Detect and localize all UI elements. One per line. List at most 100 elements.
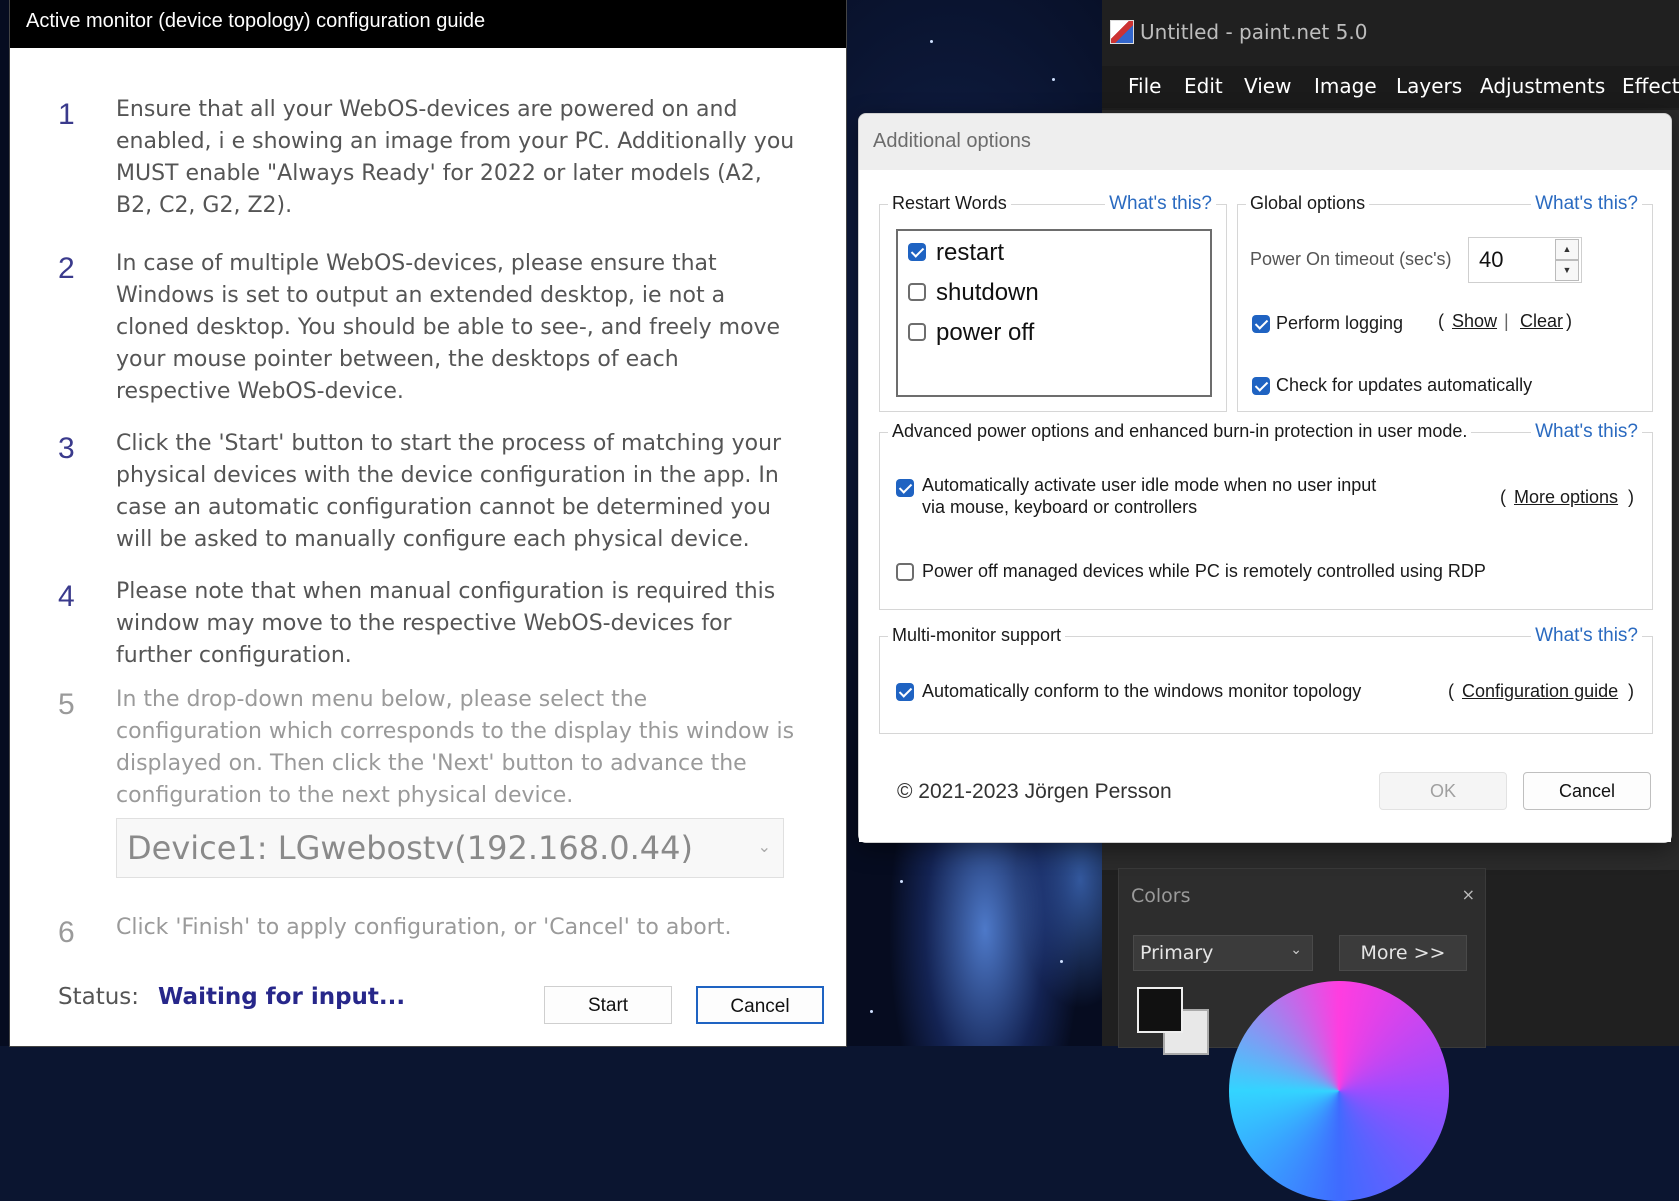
primary-color-select[interactable]: Primary ⌄ — [1133, 935, 1313, 971]
whats-this-link-multi[interactable]: What's this? — [1531, 625, 1642, 647]
primary-select-label: Primary — [1140, 942, 1214, 964]
idle-mode-label-line1: Automatically activate user idle mode wh… — [922, 475, 1377, 495]
menu-edit[interactable]: Edit — [1184, 74, 1223, 98]
power-off-label: power off — [936, 319, 1035, 346]
restart-words-legend: Restart Words — [888, 193, 1011, 214]
step-text: Please note that when manual configurati… — [116, 579, 776, 668]
rdp-power-off-checkbox[interactable] — [896, 563, 914, 581]
step-text: Ensure that all your WebOS-devices are p… — [116, 97, 795, 218]
guide-title: Active monitor (device topology) configu… — [26, 10, 486, 32]
restart-words-group: Restart Words What's this? restart shutd… — [879, 193, 1227, 412]
menu-file[interactable]: File — [1128, 74, 1161, 98]
paint-titlebar[interactable]: Untitled - paint.net 5.0 — [1102, 12, 1679, 56]
chevron-down-icon: ⌄ — [757, 837, 771, 856]
start-button-label: Start — [587, 995, 629, 1016]
colors-panel-title: Colors — [1131, 885, 1191, 907]
spin-down-icon[interactable]: ▼ — [1555, 260, 1579, 281]
ok-button[interactable]: OK — [1379, 772, 1507, 810]
show-log-link[interactable]: Show — [1452, 311, 1497, 332]
more-button-label: More >> — [1360, 942, 1446, 964]
star — [900, 880, 903, 883]
timeout-value: 40 — [1479, 247, 1504, 272]
step-text: Click the 'Start' button to start the pr… — [116, 431, 782, 552]
paren-close: ) — [1566, 311, 1572, 331]
colors-panel: Colors × Primary ⌄ More >> — [1118, 868, 1486, 1201]
device-select[interactable]: Device1: LGwebostv(192.168.0.44) ⌄ — [116, 818, 784, 878]
step-text: In the drop-down menu below, please sele… — [116, 687, 795, 808]
paren-close: ) — [1628, 681, 1634, 701]
menu-effects[interactable]: Effects — [1622, 74, 1679, 98]
link-separator: | — [1504, 311, 1509, 331]
paint-menubar: File Edit View Image Layers Adjustments … — [1102, 66, 1679, 108]
whats-this-link-restart[interactable]: What's this? — [1105, 193, 1216, 215]
idle-mode-checkbox[interactable] — [896, 479, 914, 497]
chevron-down-icon: ⌄ — [1290, 942, 1302, 958]
restart-words-list: restart shutdown power off — [896, 229, 1212, 397]
menu-layers[interactable]: Layers — [1396, 74, 1462, 98]
more-options-link[interactable]: More options — [1514, 487, 1618, 508]
check-updates-label: Check for updates automatically — [1276, 375, 1533, 395]
step-text: Click 'Finish' to apply configuration, o… — [116, 915, 732, 940]
paren-open: ( — [1500, 487, 1506, 507]
idle-mode-label-line2: via mouse, keyboard or controllers — [922, 497, 1198, 517]
ok-button-label: OK — [1429, 781, 1456, 801]
perform-logging-checkbox[interactable] — [1252, 315, 1270, 333]
advanced-power-group: Advanced power options and enhanced burn… — [879, 421, 1653, 610]
status-value: Waiting for input... — [158, 984, 406, 1010]
paren-open: ( — [1448, 681, 1454, 701]
configuration-guide-window: Active monitor (device topology) configu… — [10, 0, 846, 1046]
conform-topology-label: Automatically conform to the windows mon… — [922, 681, 1362, 701]
menu-image[interactable]: Image — [1314, 74, 1377, 98]
paren-close: ) — [1628, 487, 1634, 507]
spin-up-icon[interactable]: ▲ — [1555, 239, 1579, 260]
guide-titlebar[interactable]: Active monitor (device topology) configu… — [10, 0, 846, 48]
guide-cancel-label: Cancel — [730, 996, 790, 1017]
whats-this-link-global[interactable]: What's this? — [1531, 193, 1642, 215]
step-number: 1 — [58, 98, 75, 131]
options-cancel-button[interactable]: Cancel — [1523, 772, 1651, 810]
shutdown-label: shutdown — [936, 279, 1039, 306]
star — [1060, 960, 1063, 963]
copyright-text: © 2021-2023 Jörgen Persson — [897, 780, 1172, 803]
device-select-value: Device1: LGwebostv(192.168.0.44) — [127, 829, 693, 867]
perform-logging-label: Perform logging — [1276, 313, 1404, 333]
close-icon[interactable]: × — [1462, 885, 1475, 904]
star — [930, 40, 933, 43]
step-number: 2 — [58, 252, 75, 285]
menu-view[interactable]: View — [1244, 74, 1291, 98]
paren-open: ( — [1438, 311, 1444, 331]
additional-options-dialog: Additional options Restart Words What's … — [858, 113, 1672, 843]
options-body: Restart Words What's this? restart shutd… — [859, 170, 1671, 842]
power-off-checkbox[interactable] — [908, 323, 926, 341]
whats-this-link-advanced[interactable]: What's this? — [1531, 421, 1642, 443]
step-text: In case of multiple WebOS-devices, pleas… — [116, 251, 781, 404]
paint-title: Untitled - paint.net 5.0 — [1140, 20, 1368, 44]
shutdown-checkbox[interactable] — [908, 283, 926, 301]
step-number: 6 — [58, 916, 75, 949]
options-cancel-label: Cancel — [1558, 781, 1616, 801]
paint-logo-icon — [1110, 20, 1134, 44]
multi-monitor-group: Multi-monitor support What's this? Autom… — [879, 625, 1653, 734]
star — [870, 1010, 873, 1013]
restart-label: restart — [936, 239, 1005, 266]
guide-cancel-button[interactable]: Cancel — [696, 986, 824, 1024]
configuration-guide-link[interactable]: Configuration guide — [1462, 681, 1618, 702]
multi-monitor-legend: Multi-monitor support — [888, 625, 1066, 646]
status-label: Status: — [58, 984, 140, 1010]
restart-checkbox[interactable] — [908, 243, 926, 261]
timeout-stepper[interactable]: 40 ▲ ▼ — [1468, 237, 1582, 283]
global-options-group: Global options What's this? Power On tim… — [1237, 193, 1653, 412]
more-colors-button[interactable]: More >> — [1339, 935, 1467, 971]
step-number: 5 — [58, 688, 75, 721]
options-titlebar[interactable]: Additional options — [859, 114, 1671, 170]
rdp-power-off-label: Power off managed devices while PC is re… — [922, 561, 1486, 581]
primary-color-swatch[interactable] — [1137, 987, 1183, 1033]
step-number: 3 — [58, 432, 75, 465]
check-updates-checkbox[interactable] — [1252, 377, 1270, 395]
global-options-legend: Global options — [1246, 193, 1370, 214]
conform-topology-checkbox[interactable] — [896, 683, 914, 701]
color-wheel[interactable] — [1229, 981, 1449, 1201]
start-button[interactable]: Start — [544, 986, 672, 1024]
menu-adjustments[interactable]: Adjustments — [1480, 74, 1605, 98]
clear-log-link[interactable]: Clear — [1520, 311, 1563, 332]
